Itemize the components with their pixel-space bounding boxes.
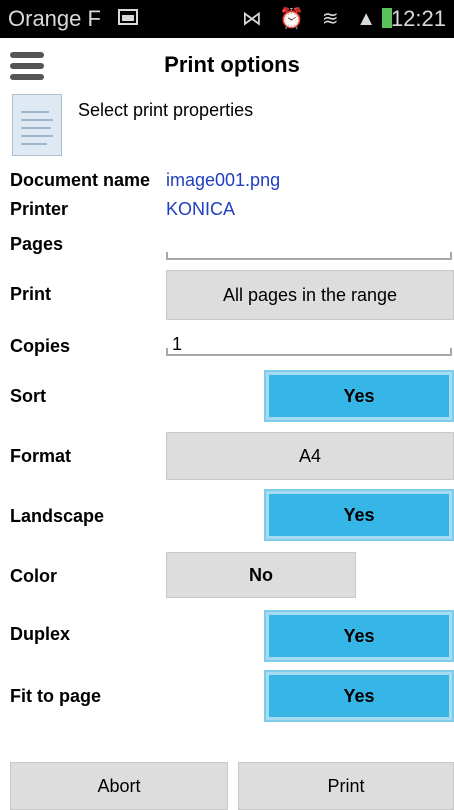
pages-label: Pages bbox=[10, 234, 64, 254]
pages-input[interactable] bbox=[166, 252, 452, 260]
format-label: Format bbox=[10, 446, 72, 466]
format-button[interactable]: A4 bbox=[166, 432, 454, 480]
menu-icon[interactable] bbox=[10, 52, 44, 80]
status-icons: ⋈ ⏰ ≋ ▲ bbox=[241, 8, 382, 30]
sort-toggle[interactable]: Yes bbox=[264, 370, 454, 422]
print-label: Print bbox=[10, 284, 52, 304]
document-icon bbox=[12, 94, 62, 156]
print-range-button[interactable]: All pages in the range bbox=[166, 270, 454, 320]
carrier-name: Orange F bbox=[8, 6, 101, 31]
clock: 12:21 bbox=[390, 6, 446, 31]
sort-label: Sort bbox=[10, 386, 46, 406]
landscape-label: Landscape bbox=[10, 506, 105, 526]
intro-subtitle: Select print properties bbox=[78, 100, 254, 120]
print-button[interactable]: Print bbox=[238, 762, 454, 810]
duplex-toggle[interactable]: Yes bbox=[264, 610, 454, 662]
color-label: Color bbox=[10, 566, 57, 586]
page-title: Print options bbox=[164, 52, 300, 77]
status-bar: Orange F ⋈ ⏰ ≋ ▲ 12:21 bbox=[0, 0, 454, 38]
copies-label: Copies bbox=[10, 336, 71, 356]
printer-label: Printer bbox=[10, 199, 69, 219]
gallery-notification-icon bbox=[118, 9, 138, 25]
copies-input[interactable] bbox=[166, 348, 452, 356]
duplex-label: Duplex bbox=[10, 624, 71, 644]
fit-to-page-toggle[interactable]: Yes bbox=[264, 670, 454, 722]
landscape-toggle[interactable]: Yes bbox=[264, 489, 454, 541]
color-toggle[interactable]: No bbox=[166, 552, 356, 598]
abort-button[interactable]: Abort bbox=[10, 762, 228, 810]
printer-value[interactable]: KONICA bbox=[166, 199, 235, 220]
fit-to-page-label: Fit to page bbox=[10, 686, 101, 706]
document-name-label: Document name bbox=[10, 170, 151, 190]
document-name-value: image001.png bbox=[166, 170, 281, 190]
